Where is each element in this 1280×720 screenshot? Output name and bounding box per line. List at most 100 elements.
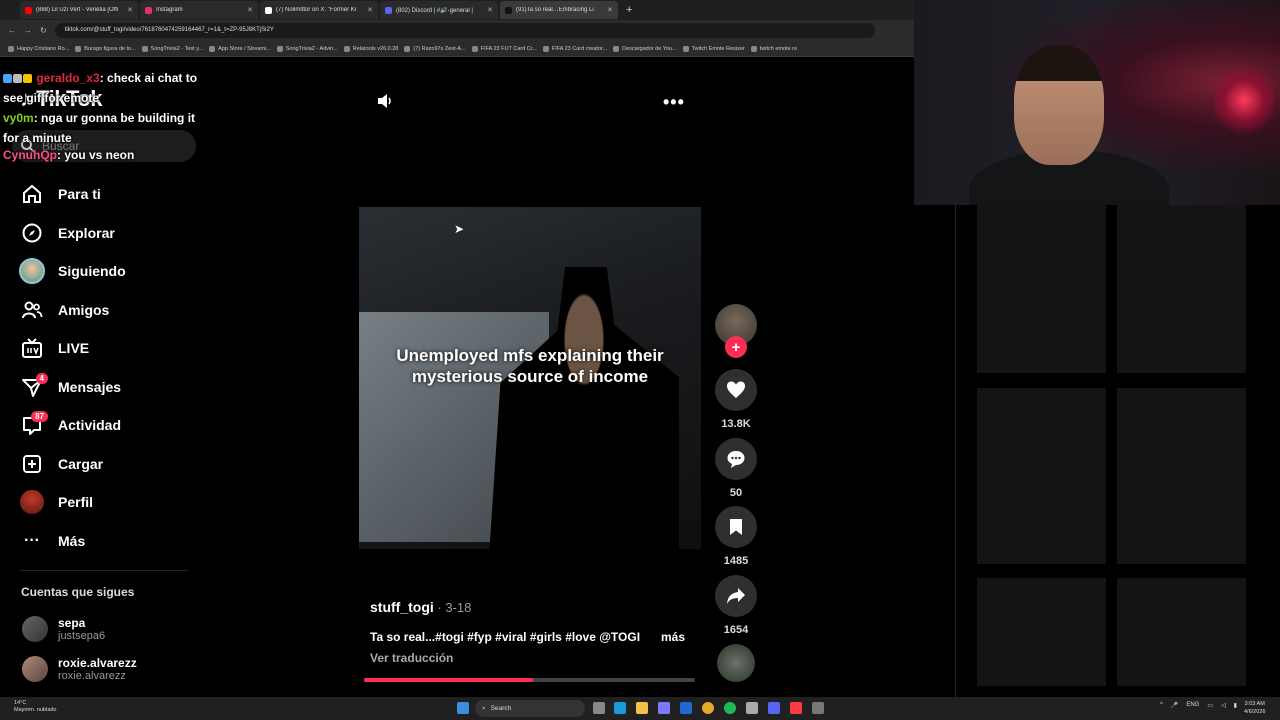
- close-tab-icon[interactable]: ✕: [487, 6, 493, 14]
- video-progress-bar[interactable]: [364, 678, 695, 682]
- windows-start-icon[interactable]: [457, 702, 469, 714]
- following-header: Cuentas que sigues: [21, 585, 135, 599]
- sidebar-item-label: LIVE: [58, 340, 90, 357]
- forward-icon[interactable]: →: [24, 26, 32, 35]
- taskbar-clock[interactable]: 3:03 AM 4/6/2026: [1244, 700, 1265, 716]
- system-tray: ^ 🎤 ENG ▭ ◁ ▮: [1160, 702, 1237, 709]
- mail-icon[interactable]: [680, 702, 692, 714]
- like-action[interactable]: 13.8K: [714, 369, 758, 430]
- author-name[interactable]: stuff_togi: [370, 599, 434, 615]
- tab-label: Instagram: [156, 7, 183, 13]
- heart-icon[interactable]: [715, 369, 757, 411]
- video-frame-person: [489, 267, 679, 549]
- file-explorer-icon[interactable]: [636, 702, 648, 714]
- browser-tab[interactable]: (7) Nolimittor on X: "Former Ki ✕: [260, 1, 378, 19]
- sidebar-item-live[interactable]: LIVE: [18, 329, 198, 368]
- video-player[interactable]: Unemployed mfs explaining their mysterio…: [359, 207, 701, 549]
- taskbar-search[interactable]: ⌕ Search: [475, 700, 585, 717]
- back-icon[interactable]: ←: [8, 26, 16, 35]
- app-icon[interactable]: [746, 702, 758, 714]
- grid-tile[interactable]: [1117, 578, 1246, 686]
- chevron-up-icon[interactable]: ^: [1160, 702, 1163, 709]
- sidebar-item-label: Siguiendo: [58, 263, 126, 280]
- edge-icon[interactable]: [614, 702, 626, 714]
- tab-favicon-icon: [385, 6, 392, 14]
- bookmark-item[interactable]: Twitch Emote Resizer: [682, 45, 745, 52]
- network-icon[interactable]: ▭: [1207, 702, 1213, 709]
- app-icon[interactable]: [812, 702, 824, 714]
- sidebar-item-label: Amigos: [58, 301, 110, 318]
- browser-tab[interactable]: (802) Discord | #🔊-general | ✕: [380, 1, 498, 19]
- sidebar-item-mas[interactable]: ··· Más: [18, 522, 198, 561]
- sidebar-item-explorar[interactable]: Explorar: [18, 214, 198, 253]
- chrome-icon[interactable]: [702, 702, 714, 714]
- bookmark-item[interactable]: Descargador de You...: [613, 45, 677, 52]
- share-action[interactable]: 1654: [714, 575, 758, 636]
- music-disc-icon[interactable]: [717, 644, 755, 682]
- bookmark-item[interactable]: Burago figura de to...: [75, 45, 136, 52]
- grid-tile[interactable]: [977, 388, 1106, 564]
- browser-tab[interactable]: Instagram ✕: [140, 1, 258, 19]
- bookmarks-bar: Happy Cristiano Ro... Burago figura de to…: [0, 41, 914, 57]
- browser-tab[interactable]: (888) Lil Uzi Vert - Venetia [Offi ✕: [20, 1, 138, 19]
- chat-user: geraldo_x3: [36, 71, 100, 85]
- more-description-link[interactable]: más: [661, 630, 685, 644]
- bookmark-item[interactable]: FIFA 23 Card creator...: [542, 45, 607, 52]
- comment-action[interactable]: 50: [714, 438, 758, 499]
- grid-tile[interactable]: [1117, 388, 1246, 564]
- followed-account[interactable]: sepa justsepa6: [22, 616, 192, 642]
- volume-icon[interactable]: ◁: [1221, 702, 1226, 709]
- music-app-icon[interactable]: [790, 702, 802, 714]
- bookmark-item[interactable]: twitch emote re: [750, 45, 797, 52]
- bookmark-item[interactable]: SongTrivia2 - Advin...: [276, 45, 338, 52]
- volume-icon[interactable]: [376, 92, 394, 115]
- tab-favicon-icon: [145, 6, 152, 14]
- browser-tab[interactable]: (91)Ta so real…Embracing Li ✕: [500, 1, 618, 19]
- spotify-icon[interactable]: [724, 702, 736, 714]
- tab-label: (7) Nolimittor on X: "Former Ki: [276, 7, 357, 13]
- weather-widget[interactable]: 14°C Mayorm. nublado: [14, 700, 57, 714]
- language-indicator[interactable]: ENG: [1186, 702, 1199, 709]
- follow-plus-button[interactable]: +: [725, 336, 747, 358]
- emote-icon: [13, 74, 22, 83]
- sidebar-item-actividad[interactable]: 87 Actividad: [18, 406, 198, 445]
- sidebar-item-para-ti[interactable]: Para ti: [18, 175, 198, 214]
- discord-icon[interactable]: [768, 702, 780, 714]
- sidebar-item-siguiendo[interactable]: Siguiendo: [18, 252, 198, 291]
- grid-tile[interactable]: [1117, 205, 1246, 373]
- bookmark-item[interactable]: FIFA 23 FUT Card Cr...: [471, 45, 537, 52]
- video-description: Ta so real...#togi #fyp #viral #girls #l…: [370, 630, 641, 644]
- sidebar-item-amigos[interactable]: Amigos: [18, 291, 198, 330]
- bookmark-item[interactable]: App Store / Streami...: [209, 45, 271, 52]
- new-tab-button[interactable]: +: [620, 4, 638, 16]
- close-tab-icon[interactable]: ✕: [247, 6, 253, 14]
- bookmark-item[interactable]: Relatools v26.0.28: [343, 45, 398, 52]
- sidebar-item-perfil[interactable]: Perfil: [18, 483, 198, 522]
- microphone-icon[interactable]: 🎤: [1171, 702, 1178, 709]
- more-options-icon[interactable]: •••: [663, 92, 685, 113]
- messages-icon: 4: [18, 372, 48, 401]
- followed-account[interactable]: roxie.alvarezz roxie.alvarezz: [22, 656, 192, 682]
- sidebar-item-cargar[interactable]: Cargar: [18, 445, 198, 484]
- bookmark-icon[interactable]: [715, 506, 757, 548]
- save-action[interactable]: 1485: [714, 506, 758, 567]
- video-author[interactable]: stuff_togi · 3-18: [370, 599, 471, 615]
- battery-icon[interactable]: ▮: [1234, 702, 1237, 709]
- grid-tile[interactable]: [977, 205, 1106, 373]
- task-view-icon[interactable]: [593, 702, 605, 714]
- bookmark-item[interactable]: (7) Razo97s Zest-A...: [404, 45, 466, 52]
- grid-tile[interactable]: [977, 578, 1106, 686]
- bookmark-item[interactable]: Happy Cristiano Ro...: [8, 45, 69, 52]
- sidebar-item-mensajes[interactable]: 4 Mensajes: [18, 368, 198, 407]
- reload-icon[interactable]: ↻: [40, 26, 47, 35]
- translate-link[interactable]: Ver traducción: [370, 651, 453, 665]
- close-tab-icon[interactable]: ✕: [367, 6, 373, 14]
- url-field[interactable]: tiktok.com/@stuff_togi/video/76187604742…: [54, 23, 875, 38]
- store-icon[interactable]: [658, 702, 670, 714]
- close-tab-icon[interactable]: ✕: [127, 6, 133, 14]
- close-tab-icon[interactable]: ✕: [607, 6, 613, 14]
- share-icon[interactable]: [715, 575, 757, 617]
- bookmark-label: SongTrivia2 - Advin...: [285, 45, 338, 52]
- comment-icon[interactable]: [715, 438, 757, 480]
- bookmark-item[interactable]: SongTrivia2 - Test y...: [141, 45, 203, 52]
